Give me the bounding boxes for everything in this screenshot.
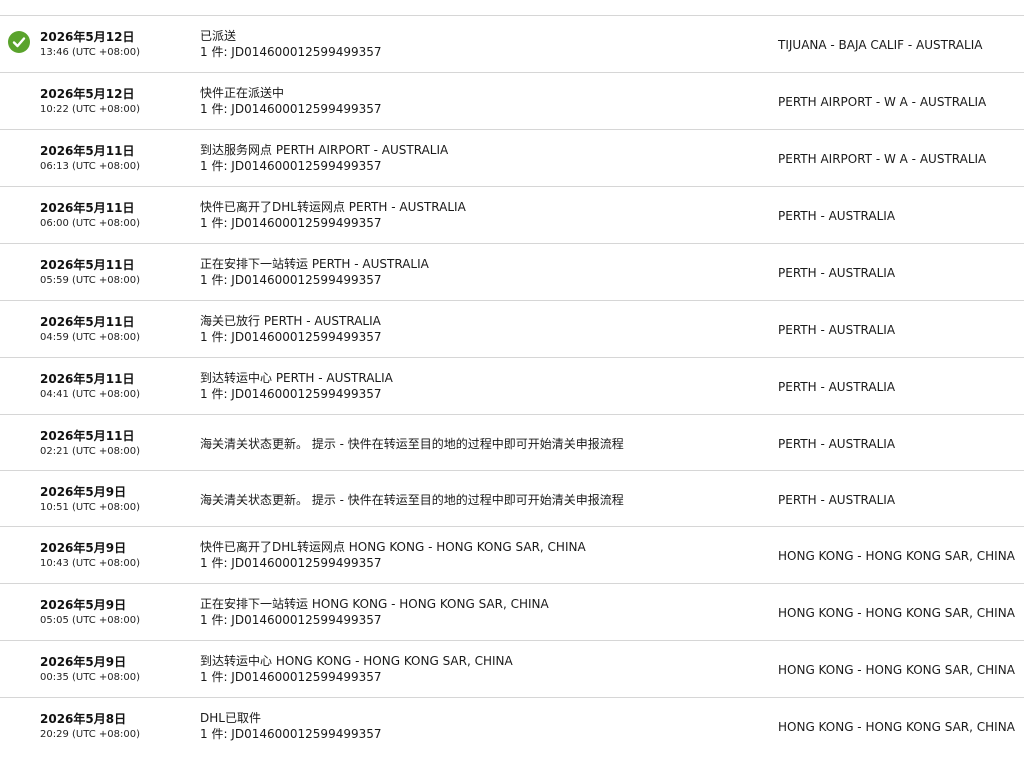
event-date: 2026年5月11日	[40, 315, 135, 329]
timeline-event: 2026年5月11日 04:41 (UTC +08:00) 到达转运中心 PER…	[0, 358, 1024, 415]
event-date: 2026年5月11日	[40, 429, 135, 443]
event-time: 06:13 (UTC +08:00)	[40, 161, 140, 172]
event-time: 06:00 (UTC +08:00)	[40, 218, 140, 229]
event-description: 已派送 1 件: JD014600012599499357	[200, 28, 382, 60]
event-pieces: 1 件: JD014600012599499357	[200, 727, 382, 741]
event-date: 2026年5月9日	[40, 541, 127, 555]
event-status: 海关清关状态更新。 提示 - 快件在转运至目的地的过程中即可开始清关申报流程	[200, 437, 624, 451]
timeline-event: 2026年5月9日 00:35 (UTC +08:00) 到达转运中心 HONG…	[0, 641, 1024, 698]
timeline-event: 2026年5月8日 20:29 (UTC +08:00) DHL已取件 1 件:…	[0, 698, 1024, 755]
event-date: 2026年5月11日	[40, 144, 135, 158]
event-time: 04:41 (UTC +08:00)	[40, 389, 140, 400]
event-description: 海关清关状态更新。 提示 - 快件在转运至目的地的过程中即可开始清关申报流程	[200, 492, 624, 508]
event-status: 到达服务网点 PERTH AIRPORT - AUSTRALIA	[200, 143, 449, 157]
event-location: TIJUANA - BAJA CALIF - AUSTRALIA	[778, 38, 983, 52]
event-location: PERTH - AUSTRALIA	[778, 380, 896, 394]
event-pieces: 1 件: JD014600012599499357	[200, 216, 382, 230]
event-description: 海关清关状态更新。 提示 - 快件在转运至目的地的过程中即可开始清关申报流程	[200, 436, 624, 452]
event-time: 05:05 (UTC +08:00)	[40, 615, 140, 626]
event-time: 04:59 (UTC +08:00)	[40, 332, 140, 343]
event-date: 2026年5月11日	[40, 201, 135, 215]
event-status: 已派送	[200, 29, 237, 43]
event-date: 2026年5月12日	[40, 87, 135, 101]
timeline-event: 2026年5月11日 02:21 (UTC +08:00) 海关清关状态更新。 …	[0, 415, 1024, 471]
event-date: 2026年5月9日	[40, 598, 127, 612]
timeline-event: 2026年5月12日 10:22 (UTC +08:00) 快件正在派送中 1 …	[0, 73, 1024, 130]
event-location: HONG KONG - HONG KONG SAR, CHINA	[778, 720, 1015, 734]
event-location: PERTH AIRPORT - W A - AUSTRALIA	[778, 152, 987, 166]
event-pieces: 1 件: JD014600012599499357	[200, 613, 382, 627]
event-description: 快件已离开了DHL转运网点 PERTH - AUSTRALIA 1 件: JD0…	[200, 199, 466, 231]
event-pieces: 1 件: JD014600012599499357	[200, 45, 382, 59]
event-description: 到达转运中心 HONG KONG - HONG KONG SAR, CHINA …	[200, 653, 513, 685]
event-status: 海关已放行 PERTH - AUSTRALIA	[200, 314, 381, 328]
event-pieces: 1 件: JD014600012599499357	[200, 556, 382, 570]
timeline-event: 2026年5月9日 10:43 (UTC +08:00) 快件已离开了DHL转运…	[0, 527, 1024, 584]
event-date: 2026年5月8日	[40, 712, 127, 726]
timeline-event: 2026年5月11日 05:59 (UTC +08:00) 正在安排下一站转运 …	[0, 244, 1024, 301]
event-description: 到达转运中心 PERTH - AUSTRALIA 1 件: JD01460001…	[200, 370, 393, 402]
check-circle-icon	[8, 31, 30, 53]
event-location: PERTH - AUSTRALIA	[778, 493, 896, 507]
event-date: 2026年5月9日	[40, 655, 127, 669]
event-time: 20:29 (UTC +08:00)	[40, 729, 140, 740]
event-pieces: 1 件: JD014600012599499357	[200, 159, 382, 173]
event-pieces: 1 件: JD014600012599499357	[200, 102, 382, 116]
event-status: 快件已离开了DHL转运网点 HONG KONG - HONG KONG SAR,…	[200, 540, 586, 554]
event-status: 快件已离开了DHL转运网点 PERTH - AUSTRALIA	[200, 200, 466, 214]
event-time: 10:43 (UTC +08:00)	[40, 558, 140, 569]
event-time: 00:35 (UTC +08:00)	[40, 672, 140, 683]
event-time: 13:46 (UTC +08:00)	[40, 47, 140, 58]
event-pieces: 1 件: JD014600012599499357	[200, 330, 382, 344]
event-date: 2026年5月12日	[40, 30, 135, 44]
event-description: 快件正在派送中 1 件: JD014600012599499357	[200, 85, 382, 117]
event-description: 到达服务网点 PERTH AIRPORT - AUSTRALIA 1 件: JD…	[200, 142, 448, 174]
event-time: 02:21 (UTC +08:00)	[40, 446, 140, 457]
event-description: 快件已离开了DHL转运网点 HONG KONG - HONG KONG SAR,…	[200, 539, 586, 571]
event-status: 到达转运中心 PERTH - AUSTRALIA	[200, 371, 393, 385]
event-status: 快件正在派送中	[200, 86, 285, 100]
event-pieces: 1 件: JD014600012599499357	[200, 387, 382, 401]
timeline-event: 2026年5月9日 05:05 (UTC +08:00) 正在安排下一站转运 H…	[0, 584, 1024, 641]
event-status: 到达转运中心 HONG KONG - HONG KONG SAR, CHINA	[200, 654, 513, 668]
event-location: HONG KONG - HONG KONG SAR, CHINA	[778, 606, 1015, 620]
event-status: DHL已取件	[200, 711, 261, 725]
event-time: 10:51 (UTC +08:00)	[40, 502, 140, 513]
tracking-timeline: 2026年5月12日 13:46 (UTC +08:00) 已派送 1 件: J…	[0, 15, 1024, 755]
event-description: 海关已放行 PERTH - AUSTRALIA 1 件: JD014600012…	[200, 313, 382, 345]
event-description: DHL已取件 1 件: JD014600012599499357	[200, 710, 382, 742]
event-date: 2026年5月9日	[40, 485, 127, 499]
event-location: PERTH - AUSTRALIA	[778, 209, 896, 223]
timeline-event: 2026年5月11日 04:59 (UTC +08:00) 海关已放行 PERT…	[0, 301, 1024, 358]
event-location: PERTH - AUSTRALIA	[778, 437, 896, 451]
event-status: 正在安排下一站转运 HONG KONG - HONG KONG SAR, CHI…	[200, 597, 549, 611]
event-location: PERTH - AUSTRALIA	[778, 266, 896, 280]
event-location: PERTH AIRPORT - W A - AUSTRALIA	[778, 95, 987, 109]
event-pieces: 1 件: JD014600012599499357	[200, 273, 382, 287]
event-description: 正在安排下一站转运 PERTH - AUSTRALIA 1 件: JD01460…	[200, 256, 429, 288]
event-time: 05:59 (UTC +08:00)	[40, 275, 140, 286]
event-description: 正在安排下一站转运 HONG KONG - HONG KONG SAR, CHI…	[200, 596, 549, 628]
timeline-event: 2026年5月9日 10:51 (UTC +08:00) 海关清关状态更新。 提…	[0, 471, 1024, 527]
timeline-event: 2026年5月11日 06:00 (UTC +08:00) 快件已离开了DHL转…	[0, 187, 1024, 244]
event-date: 2026年5月11日	[40, 372, 135, 386]
event-status: 正在安排下一站转运 PERTH - AUSTRALIA	[200, 257, 429, 271]
event-status: 海关清关状态更新。 提示 - 快件在转运至目的地的过程中即可开始清关申报流程	[200, 493, 624, 507]
event-location: HONG KONG - HONG KONG SAR, CHINA	[778, 663, 1015, 677]
event-pieces: 1 件: JD014600012599499357	[200, 670, 382, 684]
timeline-event: 2026年5月12日 13:46 (UTC +08:00) 已派送 1 件: J…	[0, 16, 1024, 73]
event-date: 2026年5月11日	[40, 258, 135, 272]
timeline-event: 2026年5月11日 06:13 (UTC +08:00) 到达服务网点 PER…	[0, 130, 1024, 187]
event-location: PERTH - AUSTRALIA	[778, 323, 896, 337]
event-location: HONG KONG - HONG KONG SAR, CHINA	[778, 549, 1015, 563]
event-time: 10:22 (UTC +08:00)	[40, 104, 140, 115]
